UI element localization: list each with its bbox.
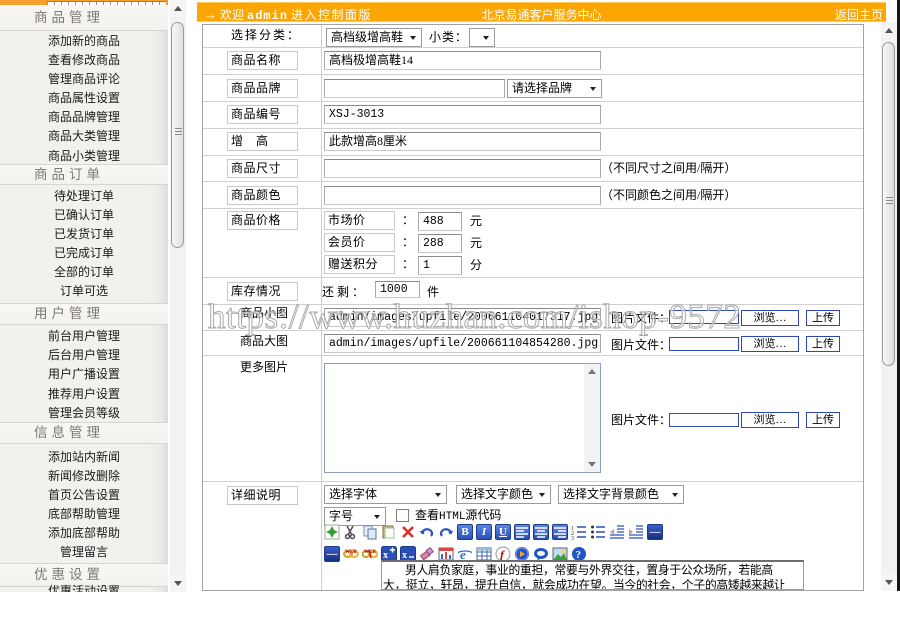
svg-text:WEB: WEB	[364, 550, 376, 555]
svg-text:WEB: WEB	[345, 550, 357, 555]
svg-text:3: 3	[571, 536, 574, 540]
